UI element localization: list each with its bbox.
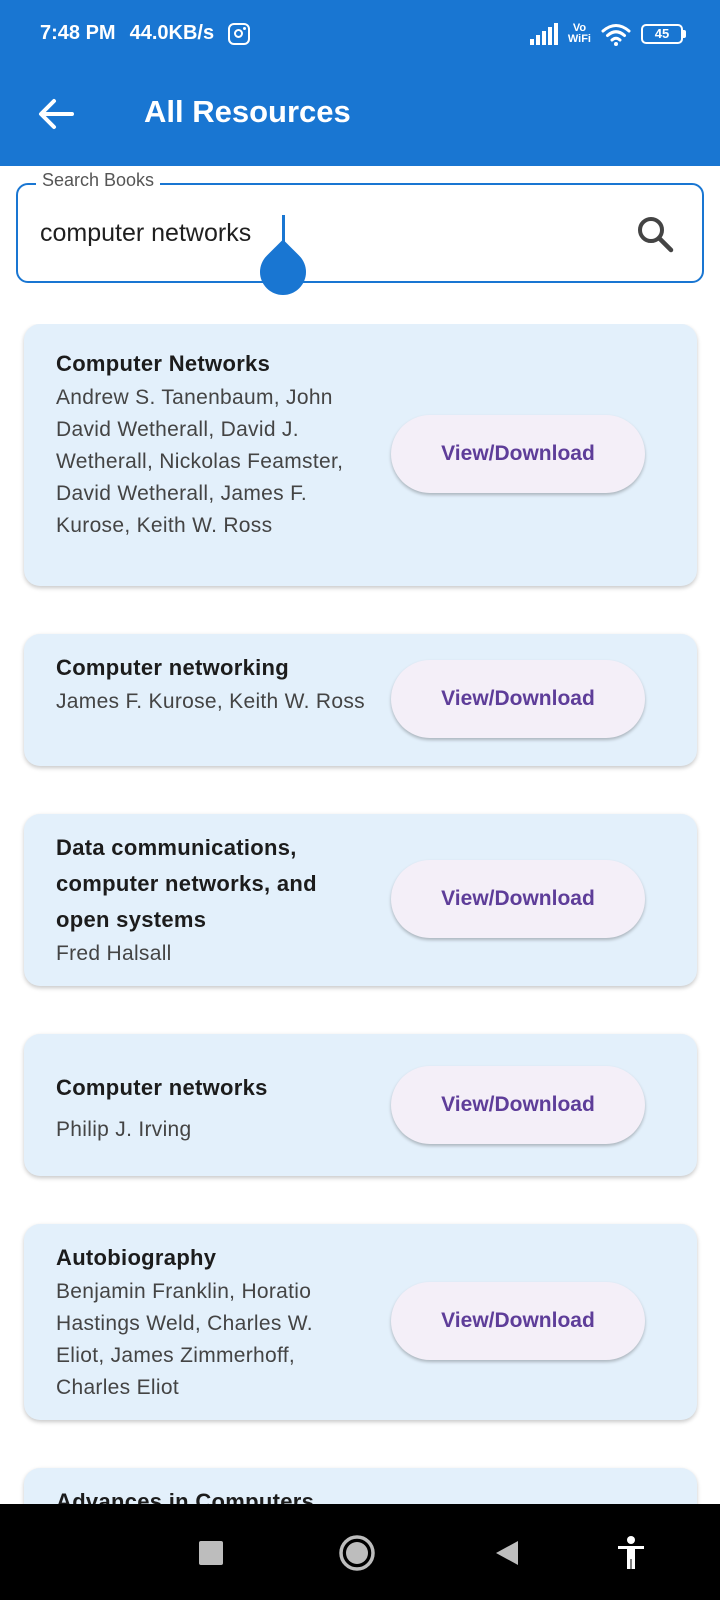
book-authors: Benjamin Franklin, Horatio Hastings Weld… [56,1280,313,1399]
triangle-icon [496,1541,518,1565]
app-bar: All Resources [0,70,720,166]
results-list[interactable]: Computer Networks Andrew S. Tanenbaum, J… [0,324,720,1504]
book-title: Autobiography [56,1245,217,1270]
book-authors: James F. Kurose, Keith W. Ross [56,690,365,713]
list-item: Autobiography Benjamin Franklin, Horatio… [24,1224,697,1420]
back-nav-button[interactable] [486,1532,528,1574]
book-title: Computer networks [56,1075,268,1100]
wifi-icon [601,24,631,46]
view-download-button[interactable]: View/Download [391,660,645,738]
book-authors: Fred Halsall [56,942,172,965]
vowifi-icon: Vo WiFi [568,23,591,45]
accessibility-icon [618,1536,644,1569]
book-title: Advances in Computers [56,1489,315,1504]
book-title: Computer networking [56,655,290,680]
list-item: Data communications, computer networks, … [24,814,697,986]
status-bar: 7:48 PM 44.0KB/s Vo WiFi 45 [0,0,720,70]
vowifi-bottom-text: WiFi [567,33,591,45]
book-authors: Philip J. Irving [56,1118,192,1141]
book-authors: Andrew S. Tanenbaum, John David Wetheral… [56,386,344,537]
accessibility-button[interactable] [610,1532,652,1574]
system-navigation-bar [0,1504,720,1600]
status-time: 7:48 PM [40,22,116,44]
search-input[interactable] [40,211,600,255]
list-item: Computer Networks Andrew S. Tanenbaum, J… [24,324,697,586]
square-icon [199,1541,223,1565]
network-speed: 44.0KB/s [129,22,215,44]
battery-icon: 45 [641,24,686,44]
signal-icon [529,23,558,45]
page-title: All Resources [144,94,351,129]
search-icon[interactable] [636,215,674,253]
back-button[interactable] [30,88,82,140]
list-item: Computer networks Philip J. Irving View/… [24,1034,697,1176]
list-item: Computer networking James F. Kurose, Kei… [24,634,697,766]
book-title: Computer Networks [56,351,271,376]
search-label: Search Books [36,170,161,191]
book-title: Data communications, computer networks, … [56,835,317,932]
view-download-button[interactable]: View/Download [391,415,645,493]
circle-icon [339,1535,375,1571]
view-download-button[interactable]: View/Download [391,860,645,938]
recents-button[interactable] [190,1532,232,1574]
view-download-button[interactable]: View/Download [391,1282,645,1360]
instagram-icon [228,22,251,45]
search-field[interactable]: Search Books [16,170,704,305]
arrow-left-icon [39,99,74,129]
home-button[interactable] [336,1532,378,1574]
top-app-bar: 7:48 PM 44.0KB/s Vo WiFi 45 All Resource… [0,0,720,166]
view-download-button[interactable]: View/Download [391,1066,645,1144]
list-item: Advances in Computers [24,1468,697,1504]
battery-level: 45 [641,24,683,44]
